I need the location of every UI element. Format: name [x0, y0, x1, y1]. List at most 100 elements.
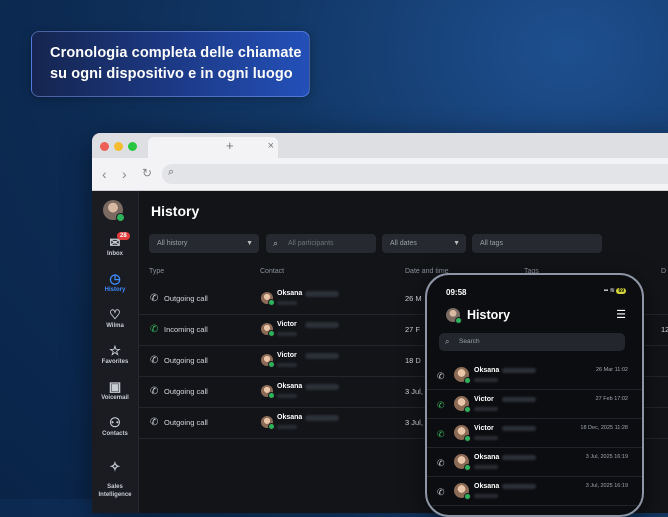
page-title: History [151, 203, 200, 219]
outgoing-call-icon: ✆ [437, 458, 445, 468]
contact-name[interactable]: Victor [277, 352, 297, 359]
sidebar-item-history[interactable]: ◷ History [92, 271, 138, 293]
maximize-window-dot[interactable] [128, 142, 137, 151]
contact-avatar [454, 367, 471, 384]
voicemail-icon: ▣ [108, 379, 122, 394]
contact-name[interactable]: Oksana [277, 290, 302, 297]
sidebar-item-label: Wilma [106, 323, 124, 329]
search-icon: ⌕ [273, 238, 279, 248]
call-type: Outgoing call [164, 387, 208, 396]
sidebar-item-inbox[interactable]: ✉ 28 Inbox [92, 232, 138, 257]
online-status-dot [268, 423, 275, 430]
tags-filter-select[interactable]: All tags [472, 234, 602, 253]
sidebar-item-label: Contacts [102, 431, 128, 437]
contact-avatar [261, 354, 275, 368]
online-status-dot [455, 317, 462, 324]
online-status-dot [464, 406, 471, 413]
contact-name: Oksana [474, 454, 500, 461]
inbox-count-badge: 28 [117, 232, 130, 240]
contact-avatar [261, 385, 275, 399]
contacts-icon: ⚇ [109, 415, 121, 430]
outgoing-call-icon: ✆ [437, 487, 445, 497]
redacted-number [277, 301, 297, 305]
sidebar-item-label: Voicemail [101, 395, 129, 401]
redacted-surname [502, 455, 536, 460]
sidebar-item-sales-intelligence[interactable]: ✧ Sales Intelligence [92, 451, 138, 499]
online-status-dot [268, 361, 275, 368]
sidebar-item-voicemail[interactable]: ▣ Voicemail [92, 379, 138, 401]
close-tab-icon[interactable]: × [268, 140, 274, 152]
new-tab-icon[interactable]: + [226, 138, 234, 153]
sidebar: ✉ 28 Inbox ◷ History ♡ Wilma ☆ Favorites… [92, 191, 139, 513]
contact-name[interactable]: Victor [277, 321, 297, 328]
headline-line-2: su ogni dispositivo e in ogni luogo [50, 66, 293, 82]
call-date: 26 Mar 11:02 [595, 367, 628, 373]
address-bar[interactable]: ⌕ [162, 164, 668, 184]
inbox-icon: ✉ [109, 235, 121, 250]
redacted-number [277, 394, 297, 398]
online-status-dot [464, 377, 471, 384]
user-avatar[interactable] [446, 308, 462, 324]
clock-icon: ◷ [109, 271, 121, 286]
outgoing-call-icon: ✆ [150, 293, 159, 304]
outgoing-call-icon: ✆ [150, 417, 159, 428]
call-date: 27 F [405, 325, 421, 334]
redacted-number [277, 332, 297, 336]
online-status-dot [116, 213, 125, 222]
list-item[interactable]: ✆ Oksana 3 Jul, 2025 16:19 [427, 477, 642, 506]
back-icon[interactable]: ‹ [102, 166, 107, 182]
participants-placeholder: All participants [288, 240, 334, 247]
call-type: Outgoing call [164, 356, 208, 365]
sidebar-item-contacts[interactable]: ⚇ Contacts [92, 415, 138, 437]
outgoing-call-icon: ✆ [150, 355, 159, 366]
phone-mockup: 09:58 ▪▪ ≋ 69 History ☰ ⌕ Search ✆ Oksan… [425, 273, 644, 517]
contact-avatar [454, 483, 471, 500]
redacted-surname [502, 368, 536, 373]
star-icon: ☆ [109, 343, 121, 358]
column-header-d: D [661, 268, 667, 275]
sidebar-item-wilma[interactable]: ♡ Wilma [92, 307, 138, 329]
dates-filter-value: All dates [390, 240, 417, 247]
filter-icon[interactable]: ☰ [616, 308, 626, 321]
contact-name[interactable]: Oksana [277, 414, 302, 421]
list-item[interactable]: ✆ Victor 27 Feb 17:02 [427, 390, 642, 419]
redacted-surname [305, 353, 339, 359]
online-status-dot [464, 464, 471, 471]
call-type: Outgoing call [164, 418, 208, 427]
list-item[interactable]: ✆ Oksana 26 Mar 11:02 [427, 361, 642, 390]
headline-card: Cronologia completa delle chiamate su og… [31, 31, 310, 97]
contact-avatar [454, 425, 471, 442]
history-filter-select[interactable]: All history ▼ [149, 234, 259, 253]
call-date: 18 D [405, 356, 421, 365]
redacted-surname [305, 291, 339, 297]
list-item[interactable]: ✆ Victor 18 Dec, 2025 11:28 [427, 419, 642, 448]
redacted-number [474, 407, 498, 411]
minimize-window-dot[interactable] [114, 142, 123, 151]
participants-filter-input[interactable]: ⌕ All participants [266, 234, 376, 253]
dates-filter-select[interactable]: All dates ▼ [382, 234, 466, 253]
incoming-call-icon: ✆ [150, 324, 159, 335]
wifi-icon: ≋ [609, 288, 615, 294]
sidebar-item-label: History [104, 287, 126, 293]
redacted-surname [305, 415, 339, 421]
call-date: 3 Jul, [405, 387, 423, 396]
list-item[interactable]: ✆ Oksana 3 Jul, 2025 16:19 [427, 448, 642, 477]
contact-avatar [261, 323, 275, 337]
close-window-dot[interactable] [100, 142, 109, 151]
sidebar-item-favorites[interactable]: ☆ Favorites [92, 343, 138, 365]
user-avatar[interactable] [103, 200, 125, 222]
online-status-dot [268, 392, 275, 399]
redacted-surname [502, 397, 536, 402]
contact-avatar [454, 396, 471, 413]
forward-icon[interactable]: › [122, 166, 127, 182]
redacted-number [277, 363, 297, 367]
browser-tab[interactable]: × [148, 137, 278, 158]
history-filter-value: All history [157, 240, 188, 247]
phone-search-input[interactable]: ⌕ Search [439, 333, 625, 351]
call-date: 3 Jul, 2025 16:19 [585, 483, 628, 489]
reload-icon[interactable]: ↻ [142, 166, 152, 180]
contact-name: Oksana [474, 367, 500, 374]
browser-nav-bar: ‹ › ↻ ⌕ [92, 158, 668, 191]
call-date: 26 M [405, 294, 422, 303]
contact-name[interactable]: Oksana [277, 383, 302, 390]
